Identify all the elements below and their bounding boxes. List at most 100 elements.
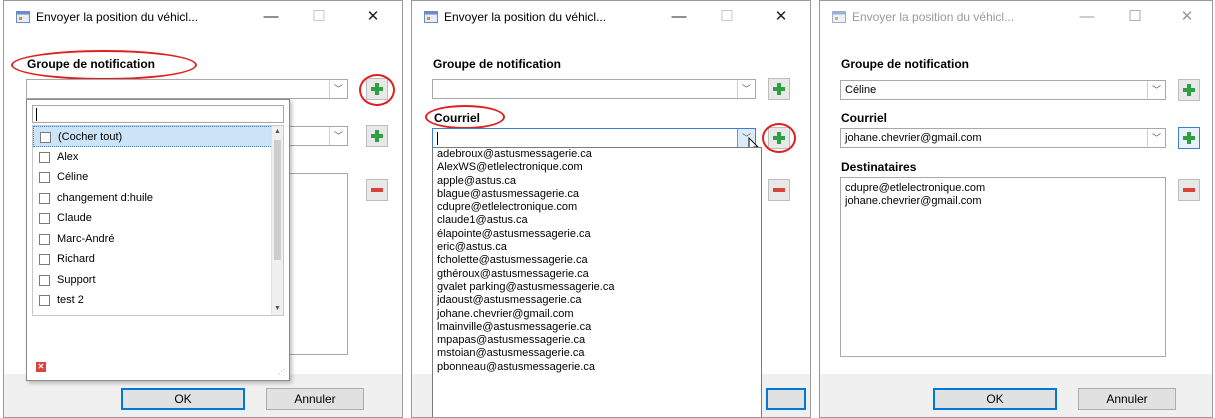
email-option[interactable]: fcholette@astusmessagerie.ca [433, 254, 761, 267]
cancel-button[interactable]: Annuler [266, 388, 364, 410]
add-group-button[interactable] [768, 78, 790, 100]
notification-group-combo[interactable]: Céline ﹀ [840, 80, 1166, 100]
checkbox-icon[interactable] [39, 151, 50, 163]
minus-icon [371, 188, 383, 192]
chevron-down-icon[interactable]: ﹀ [329, 127, 347, 145]
maximize-icon[interactable]: ☐ [304, 5, 334, 29]
checkbox-item[interactable]: test 2 [33, 290, 283, 311]
recipients-list[interactable]: cdupre@etlelectronique.com johane.chevri… [840, 177, 1166, 357]
window-title: Envoyer la position du véhicl... [852, 10, 1015, 24]
scroll-up-icon[interactable]: ▲ [272, 126, 283, 138]
annotation-circle [425, 105, 505, 129]
close-icon[interactable]: ✕ [358, 5, 388, 29]
email-option[interactable]: jdaoust@astusmessagerie.ca [433, 294, 761, 307]
recipient-item[interactable]: johane.chevrier@gmail.com [841, 195, 1165, 208]
chevron-down-icon[interactable]: ﹀ [329, 80, 347, 98]
notification-group-combo[interactable]: ﹀ [26, 79, 348, 99]
notification-group-value: Céline [845, 84, 877, 96]
remove-recipient-button[interactable] [366, 179, 388, 201]
checkbox-item[interactable]: Céline [33, 167, 283, 188]
checkbox-item[interactable]: Richard [33, 249, 283, 270]
email-option[interactable]: gvalet parking@astusmessagerie.ca [433, 281, 761, 294]
email-option[interactable]: mstoian@astusmessagerie.ca [433, 347, 761, 360]
email-option[interactable]: blague@astusmessagerie.ca [433, 188, 761, 201]
notification-group-combo[interactable]: ﹀ [432, 79, 756, 99]
dropdown-scrollbar[interactable]: ▲ ▼ [271, 126, 283, 315]
plus-icon [1183, 132, 1195, 144]
ok-button[interactable]: OK [121, 388, 245, 410]
app-window-icon [424, 11, 438, 23]
app-window-icon [16, 11, 30, 23]
checkbox-icon[interactable] [39, 233, 50, 245]
add-email-button[interactable] [1178, 127, 1200, 149]
email-combo[interactable]: johane.chevrier@gmail.com ﹀ [840, 128, 1166, 148]
resize-grip-icon[interactable]: ⋰ [278, 369, 286, 377]
recipients-label: Destinataires [841, 160, 917, 174]
checkbox-item[interactable]: (Cocher tout) [33, 126, 283, 147]
checkbox-icon[interactable] [39, 192, 50, 204]
chevron-down-icon[interactable]: ﹀ [737, 80, 755, 98]
email-value: johane.chevrier@gmail.com [845, 132, 982, 144]
minimize-icon[interactable]: — [1072, 5, 1102, 29]
close-icon[interactable]: ✕ [766, 5, 796, 29]
email-option[interactable]: eric@astus.ca [433, 241, 761, 254]
checkbox-item[interactable]: Claude [33, 208, 283, 229]
minus-icon [773, 188, 785, 192]
scroll-thumb[interactable] [274, 140, 281, 260]
close-icon[interactable]: ✕ [1172, 5, 1202, 29]
email-option[interactable]: AlexWS@etlelectronique.com [433, 161, 761, 174]
maximize-icon[interactable]: ☐ [1120, 5, 1150, 29]
email-option[interactable]: adebroux@astusmessagerie.ca [433, 148, 761, 161]
email-combo[interactable]: ﹀ [432, 128, 756, 148]
checkbox-item[interactable]: Support [33, 270, 283, 291]
title-bar[interactable]: Envoyer la position du véhicl... — ☐ ✕ [4, 1, 402, 33]
maximize-icon[interactable]: ☐ [712, 5, 742, 29]
annotation-circle [11, 50, 197, 80]
email-option[interactable]: claude1@astus.ca [433, 214, 761, 227]
email-option[interactable]: lmainville@astusmessagerie.ca [433, 321, 761, 334]
ok-button[interactable] [766, 388, 806, 410]
checkbox-item[interactable]: Marc-André [33, 229, 283, 250]
ok-button[interactable]: OK [933, 388, 1057, 410]
chevron-down-icon[interactable]: ﹀ [1147, 81, 1165, 99]
checkbox-icon[interactable] [40, 132, 51, 143]
clear-selection-icon[interactable]: ✕ [36, 362, 46, 372]
email-option[interactable]: gthéroux@astusmessagerie.ca [433, 268, 761, 281]
cancel-button[interactable]: Annuler [1078, 388, 1176, 410]
chevron-down-icon[interactable]: ﹀ [1147, 129, 1165, 147]
checkbox-icon[interactable] [39, 213, 50, 224]
remove-recipient-button[interactable] [768, 179, 790, 201]
checkbox-icon[interactable] [39, 254, 50, 265]
minimize-icon[interactable]: — [256, 5, 286, 29]
email-option[interactable]: cdupre@etlelectronique.com [433, 201, 761, 214]
checkbox-item[interactable]: Alex [33, 147, 283, 168]
dialog-window-3: Envoyer la position du véhicl... — ☐ ✕ G… [819, 0, 1213, 418]
dropdown-search-input[interactable] [32, 105, 284, 123]
add-email-button[interactable] [366, 125, 388, 147]
remove-recipient-button[interactable] [1178, 179, 1200, 201]
email-option[interactable]: élapointe@astusmessagerie.ca [433, 228, 761, 241]
plus-icon [371, 130, 383, 142]
minimize-icon[interactable]: — [664, 5, 694, 29]
plus-icon [1183, 84, 1195, 96]
email-option[interactable]: mpapas@astusmessagerie.ca [433, 334, 761, 347]
text-caret [437, 132, 438, 145]
recipient-item[interactable]: cdupre@etlelectronique.com [841, 182, 1165, 195]
scroll-down-icon[interactable]: ▼ [272, 303, 283, 315]
email-option[interactable]: pbonneau@astusmessagerie.ca [433, 361, 761, 374]
annotation-circle [762, 123, 796, 153]
title-bar[interactable]: Envoyer la position du véhicl... — ☐ ✕ [820, 1, 1212, 33]
add-group-button[interactable] [1178, 79, 1200, 101]
group-checkbox-list[interactable]: (Cocher tout) Alex Céline changement d:h… [32, 125, 284, 316]
email-dropdown-list[interactable]: adebroux@astusmessagerie.ca AlexWS@etlel… [432, 147, 762, 417]
title-bar[interactable]: Envoyer la position du véhicl... — ☐ ✕ [412, 1, 810, 33]
checkbox-icon[interactable] [39, 274, 50, 286]
text-caret [36, 108, 37, 121]
checkbox-icon[interactable] [39, 295, 50, 306]
email-option[interactable]: apple@astus.ca [433, 175, 761, 188]
notification-group-label: Groupe de notification [841, 57, 969, 71]
email-option[interactable]: johane.chevrier@gmail.com [433, 308, 761, 321]
notification-group-dropdown[interactable]: (Cocher tout) Alex Céline changement d:h… [26, 99, 290, 381]
checkbox-icon[interactable] [39, 172, 50, 183]
checkbox-item[interactable]: changement d:huile [33, 188, 283, 209]
